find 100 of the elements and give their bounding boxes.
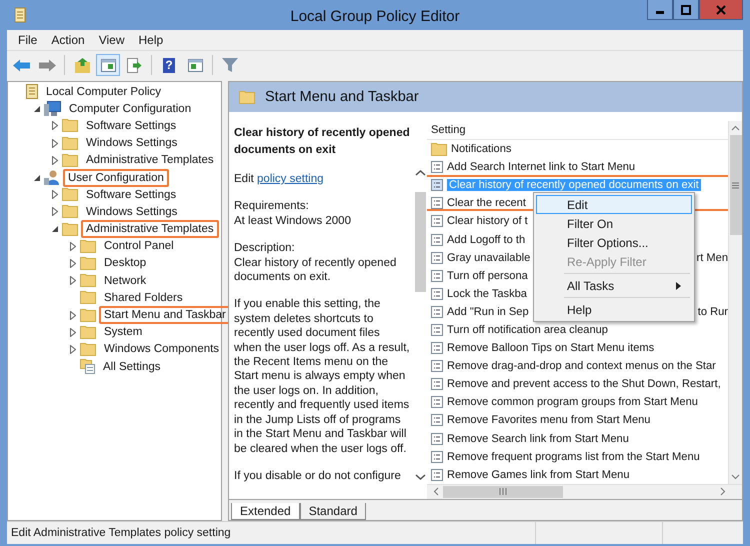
tree-item[interactable]: All Settings (98, 358, 166, 376)
setting-name[interactable]: rt Men (696, 252, 728, 264)
folder-icon (62, 154, 78, 167)
expanded-arrow-icon[interactable] (52, 226, 58, 232)
folder-up-icon (74, 58, 90, 72)
folder-icon (62, 119, 78, 132)
collapsed-arrow-icon[interactable] (52, 121, 58, 130)
scroll-up-icon[interactable] (731, 125, 740, 131)
setting-name[interactable]: Add "Run in Sep (447, 306, 529, 318)
setting-name[interactable]: to Rur (698, 306, 728, 318)
menu-item[interactable]: Help (132, 33, 170, 47)
column-header[interactable]: Setting (427, 121, 728, 140)
setting-name[interactable]: Remove Games link from Start Menu (447, 468, 630, 481)
collapsed-arrow-icon[interactable] (70, 310, 76, 320)
tree-item[interactable]: Windows Settings (81, 202, 182, 221)
setting-name[interactable]: Remove Favorites menu from Start Menu (447, 414, 650, 426)
collapsed-arrow-icon[interactable] (70, 276, 76, 286)
expanded-arrow-icon[interactable] (34, 106, 40, 112)
setting-name[interactable]: Remove frequent programs list from the Start Menu (447, 450, 700, 463)
tree-item[interactable]: Windows Components (99, 340, 224, 358)
view-tab[interactable]: Standard (300, 502, 366, 520)
tree-item[interactable]: System (99, 323, 148, 342)
folder-icon (80, 274, 96, 288)
setting-icon (431, 378, 443, 390)
console-tree-button[interactable] (96, 54, 120, 76)
close-icon (716, 4, 726, 14)
setting-icon (431, 215, 443, 228)
menu-item[interactable]: Action (44, 33, 92, 47)
collapsed-arrow-icon[interactable] (70, 258, 76, 268)
scroll-right-icon[interactable] (720, 487, 726, 496)
setting-icon (431, 306, 443, 318)
tree-item[interactable]: Windows Settings (81, 134, 182, 152)
scroll-down-icon[interactable] (731, 474, 740, 480)
scroll-down-icon[interactable] (415, 474, 426, 480)
context-menu-item[interactable]: All Tasks (536, 276, 692, 295)
collapsed-arrow-icon[interactable] (52, 190, 58, 200)
folder-icon (62, 136, 78, 150)
setting-name[interactable]: Remove Search link from Start Menu (447, 432, 629, 445)
setting-name[interactable]: Remove drag-and-drop and context menus on the Star (447, 360, 716, 372)
setting-name[interactable]: Lock the Taskba (447, 288, 527, 300)
tree-item[interactable]: User Configuration (63, 168, 169, 187)
context-menu-item[interactable]: Filter Options... (536, 233, 692, 252)
scroll-thumb[interactable] (730, 135, 742, 235)
horizontal-scroll-thumb[interactable] (443, 486, 563, 498)
setting-name[interactable]: Clear the recent (447, 197, 526, 210)
status-text: Edit Administrative Templates policy setting (10, 526, 232, 539)
context-menu-item[interactable]: Edit (536, 195, 692, 214)
tree-item[interactable]: Network (99, 272, 152, 290)
collapsed-arrow-icon[interactable] (70, 344, 76, 354)
help-button[interactable]: ? (157, 54, 181, 76)
policy-setting-link[interactable]: policy setting (257, 173, 324, 185)
setting-icon (431, 414, 443, 426)
folder-icon (80, 308, 96, 322)
setting-name[interactable]: Turn off persona (447, 270, 528, 282)
scroll-left-icon[interactable] (433, 487, 439, 496)
collapsed-arrow-icon[interactable] (70, 328, 76, 337)
filter-icon (222, 58, 238, 72)
tree-item[interactable]: Shared Folders (99, 288, 188, 307)
collapsed-arrow-icon[interactable] (70, 242, 76, 251)
collapsed-arrow-icon[interactable] (52, 138, 58, 148)
tree-item[interactable]: Computer Configuration (64, 100, 196, 118)
setting-name[interactable]: Remove and prevent access to the Shut Down, Restart, (447, 378, 721, 390)
tree-item[interactable]: Desktop (99, 254, 152, 272)
console-tree-icon (100, 58, 116, 72)
setting-name[interactable]: Turn off notification area cleanup (447, 324, 608, 336)
setting-name[interactable]: Add Logoff to th (447, 234, 526, 246)
tree-item[interactable]: Administrative Templates (81, 151, 219, 170)
setting-icon (431, 288, 443, 300)
tree-item[interactable]: Start Menu and Taskbar (99, 306, 231, 324)
close-button[interactable] (699, 0, 743, 20)
folder-icon (62, 222, 78, 236)
tree-item[interactable]: Local Computer Policy (41, 82, 166, 101)
collapsed-arrow-icon[interactable] (52, 156, 58, 165)
view-tab[interactable]: Extended (231, 502, 300, 520)
setting-name[interactable]: Remove common program groups from Start Menu (447, 396, 698, 408)
setting-name[interactable]: Add Search Internet link to Start Menu (447, 161, 636, 174)
tree-item[interactable]: Administrative Templates (81, 220, 219, 238)
setting-name[interactable]: Clear history of t (447, 215, 528, 228)
context-menu-item[interactable]: Help (536, 300, 692, 319)
user-icon (44, 170, 60, 186)
setting-name[interactable]: Gray unavailable (447, 252, 530, 264)
setting-name[interactable]: Remove Balloon Tips on Start Menu items (447, 342, 654, 354)
maximize-button[interactable] (673, 0, 699, 20)
minimize-button[interactable] (647, 0, 673, 20)
tree-item[interactable]: Software Settings (81, 186, 182, 204)
context-menu-item[interactable]: Filter On (536, 214, 692, 233)
menu-item[interactable]: View (92, 33, 132, 47)
menu-item[interactable]: File (11, 33, 44, 47)
setting-icon (431, 450, 443, 463)
collapsed-arrow-icon[interactable] (52, 207, 58, 216)
folder-icon (80, 291, 96, 304)
folder-icon (80, 342, 96, 356)
scroll-thumb[interactable] (415, 192, 426, 292)
tree-item[interactable]: Software Settings (81, 116, 182, 135)
setting-icon (431, 179, 443, 192)
setting-name[interactable]: Notifications (451, 143, 512, 156)
tree-item[interactable]: Control Panel (99, 237, 179, 256)
expanded-arrow-icon[interactable] (34, 174, 40, 181)
folder-icon (80, 240, 96, 253)
scroll-up-icon[interactable] (415, 170, 426, 176)
